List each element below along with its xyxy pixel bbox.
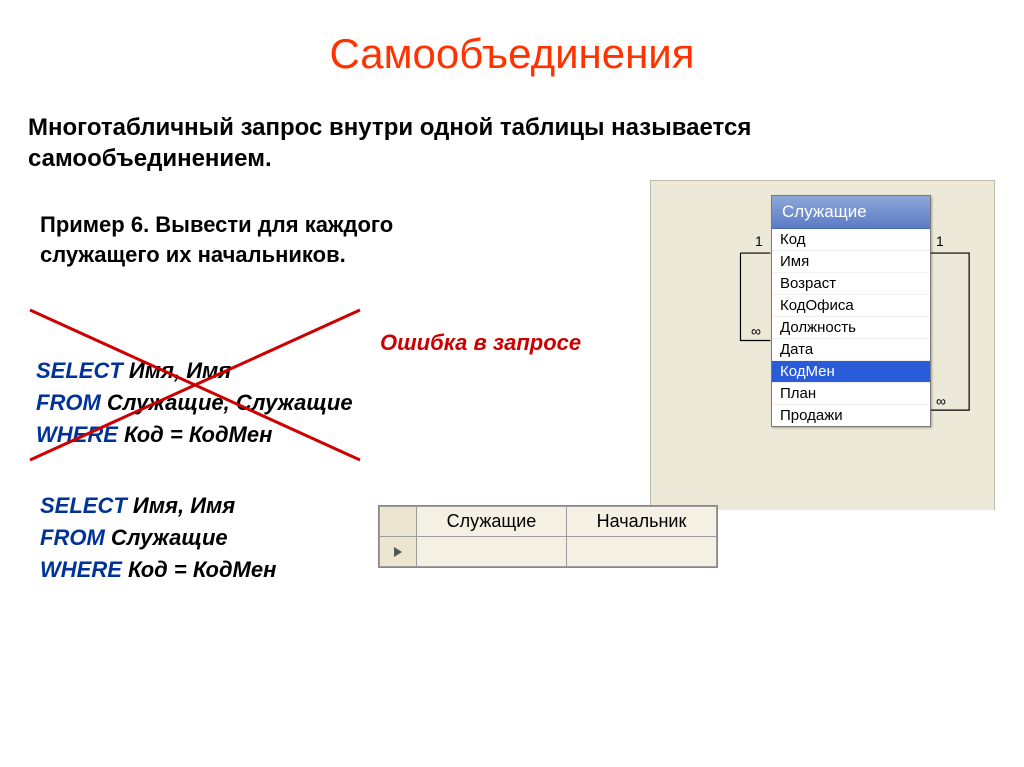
relationships-panel[interactable]: 1 ∞ 1 ∞ Служащие КодИмяВозрастКодОфисаДо… [650, 180, 995, 510]
multiplicity-label: ∞ [751, 323, 761, 339]
example-prompt: Пример 6. Вывести для каждого служащего … [40, 210, 460, 269]
sql-tables: Служащие, Служащие [107, 390, 353, 415]
column-header[interactable]: Начальник [567, 507, 717, 537]
db-table-header[interactable]: Служащие [772, 196, 930, 229]
db-field-list[interactable]: КодИмяВозрастКодОфисаДолжностьДатаКодМен… [772, 229, 930, 426]
sql-block-wrong: SELECT Имя, Имя FROM Служащие, Служащие … [36, 355, 353, 451]
data-cell[interactable] [417, 537, 567, 567]
row-selector-header [380, 507, 417, 537]
sql-condition: Код = КодМен [128, 557, 276, 582]
sql-keyword-from: FROM [40, 525, 105, 550]
sql-fields: Имя, Имя [129, 358, 231, 383]
definition-text: Многотабличный запрос внутри одной табли… [28, 112, 788, 174]
slide-title: Самообъединения [0, 30, 1024, 78]
db-field-item[interactable]: Возраст [772, 273, 930, 295]
db-field-item[interactable]: Имя [772, 251, 930, 273]
db-field-item[interactable]: Продажи [772, 405, 930, 426]
result-datasheet[interactable]: Служащие Начальник [378, 505, 718, 568]
row-selector[interactable] [380, 537, 417, 567]
multiplicity-label: 1 [755, 233, 763, 249]
db-field-item[interactable]: Дата [772, 339, 930, 361]
multiplicity-label: 1 [936, 233, 944, 249]
sql-keyword-where: WHERE [36, 422, 118, 447]
sql-keyword-select: SELECT [40, 493, 127, 518]
db-field-item[interactable]: Должность [772, 317, 930, 339]
sql-condition: Код = КодМен [124, 422, 272, 447]
sql-fields: Имя, Имя [133, 493, 235, 518]
db-field-item[interactable]: План [772, 383, 930, 405]
column-header[interactable]: Служащие [417, 507, 567, 537]
db-field-item[interactable]: Код [772, 229, 930, 251]
sql-block-alt: SELECT Имя, Имя FROM Служащие WHERE Код … [40, 490, 276, 586]
sql-tables: Служащие [111, 525, 228, 550]
sql-keyword-select: SELECT [36, 358, 123, 383]
db-table-box[interactable]: Служащие КодИмяВозрастКодОфисаДолжностьД… [771, 195, 931, 427]
sql-keyword-where: WHERE [40, 557, 122, 582]
multiplicity-label: ∞ [936, 393, 946, 409]
data-cell[interactable] [567, 537, 717, 567]
error-label: Ошибка в запросе [380, 330, 581, 356]
db-field-item[interactable]: КодМен [772, 361, 930, 383]
sql-keyword-from: FROM [36, 390, 101, 415]
db-field-item[interactable]: КодОфиса [772, 295, 930, 317]
current-row-marker-icon [394, 547, 402, 557]
